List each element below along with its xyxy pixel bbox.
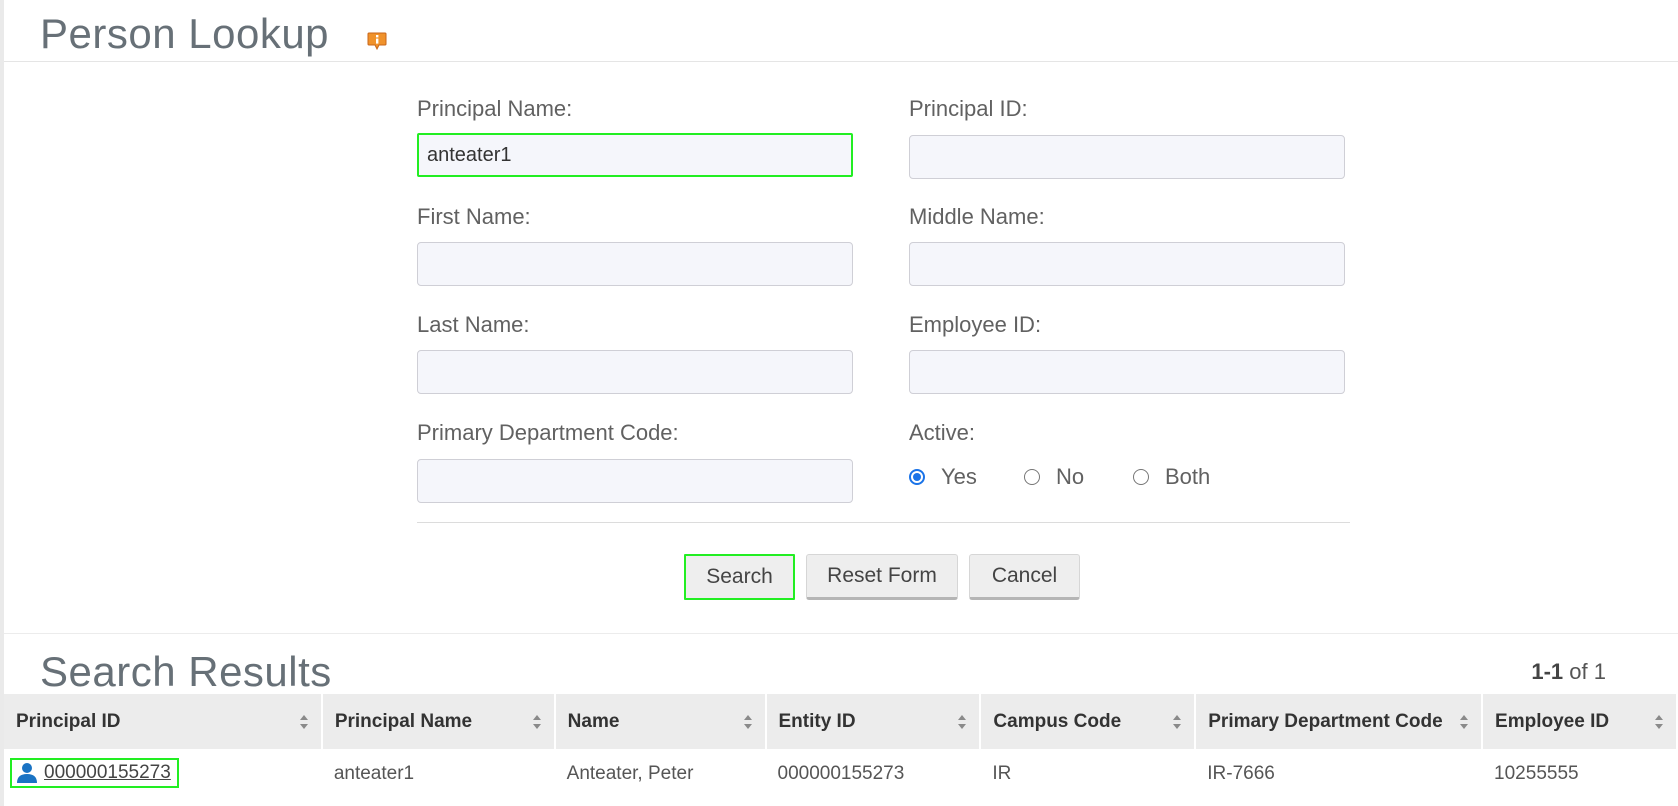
- page-title: Person Lookup: [40, 10, 330, 57]
- first-name-input[interactable]: [417, 242, 853, 286]
- active-radio-both[interactable]: Both: [1133, 464, 1210, 490]
- cell-principal-name: anteater1: [333, 763, 415, 784]
- primary-department-code-input[interactable]: [417, 459, 853, 503]
- radio-no-label: No: [1056, 464, 1085, 489]
- reset-form-button[interactable]: Reset Form: [806, 554, 958, 600]
- principal-id-input[interactable]: [909, 135, 1345, 179]
- principal-id-label: Principal ID:: [909, 96, 1028, 121]
- column-header-label: Entity ID: [778, 710, 856, 732]
- principal-name-label: Principal Name:: [417, 96, 573, 121]
- active-radio-yes[interactable]: Yes: [909, 464, 977, 490]
- active-radio-no[interactable]: No: [1024, 464, 1084, 490]
- primary-department-code-label: Primary Department Code:: [417, 420, 679, 445]
- cell-name: Anteater, Peter: [566, 763, 694, 784]
- column-header-employee-id[interactable]: Employee ID: [1482, 694, 1678, 749]
- search-button[interactable]: Search: [684, 554, 795, 600]
- cell-campus-code: IR: [992, 763, 1012, 784]
- form-divider: [417, 522, 1350, 523]
- person-icon: [17, 763, 37, 783]
- cell-entity-id: 000000155273: [777, 763, 905, 784]
- middle-name-input[interactable]: [909, 242, 1345, 286]
- active-label: Active:: [909, 420, 976, 445]
- sort-icon[interactable]: [299, 714, 309, 730]
- column-header-label: Principal ID: [16, 710, 121, 732]
- employee-id-input[interactable]: [909, 350, 1345, 394]
- cell-employee-id: 10255555: [1494, 763, 1579, 784]
- sort-icon[interactable]: [532, 714, 542, 730]
- radio-yes-control[interactable]: [909, 469, 925, 485]
- left-edge: [0, 0, 4, 806]
- column-header-label: Employee ID: [1495, 710, 1610, 732]
- pager-range: 1-1: [1531, 659, 1564, 684]
- column-header-entity-id[interactable]: Entity ID: [765, 694, 982, 749]
- column-header-label: Principal Name: [334, 710, 473, 732]
- radio-no-control[interactable]: [1024, 469, 1040, 485]
- column-header-campus-code[interactable]: Campus Code: [980, 694, 1197, 749]
- results-pager: 1-1 of 1: [1531, 659, 1606, 685]
- cell-principal-id: 000000155273: [4, 749, 322, 799]
- results-divider: [4, 633, 1678, 634]
- column-header-label: Name: [567, 710, 620, 732]
- principal-name-input[interactable]: [417, 133, 853, 177]
- column-header-name[interactable]: Name: [554, 694, 767, 749]
- table-header-row: Principal ID Principal Name Name Entity …: [4, 694, 1678, 749]
- results-title: Search Results: [40, 648, 332, 695]
- header-divider: [4, 61, 1678, 62]
- column-header-label: Campus Code: [993, 710, 1122, 732]
- column-header-label: Primary Department Code: [1208, 710, 1443, 732]
- principal-id-link[interactable]: 000000155273: [44, 762, 171, 784]
- cancel-button[interactable]: Cancel: [969, 554, 1080, 600]
- sort-icon[interactable]: [743, 714, 753, 730]
- sort-icon[interactable]: [1459, 714, 1469, 730]
- column-header-principal-name[interactable]: Principal Name: [321, 694, 556, 749]
- middle-name-label: Middle Name:: [909, 204, 1045, 229]
- table-row: 000000155273 anteater1 Anteater, Peter 0…: [4, 749, 1677, 799]
- sort-icon[interactable]: [1654, 714, 1664, 730]
- principal-id-link-wrapper[interactable]: 000000155273: [10, 758, 179, 788]
- help-icon[interactable]: [366, 30, 388, 52]
- cell-primary-department-code: IR-7666: [1207, 763, 1275, 784]
- results-table: Principal ID Principal Name Name Entity …: [4, 694, 1678, 799]
- radio-both-label: Both: [1165, 464, 1211, 489]
- last-name-label: Last Name:: [417, 312, 530, 337]
- radio-yes-label: Yes: [941, 464, 977, 489]
- sort-icon[interactable]: [1172, 714, 1182, 730]
- radio-both-control[interactable]: [1133, 469, 1149, 485]
- column-header-principal-id[interactable]: Principal ID: [4, 694, 323, 749]
- pager-of: of: [1569, 659, 1588, 684]
- sort-icon[interactable]: [957, 714, 967, 730]
- first-name-label: First Name:: [417, 204, 531, 229]
- column-header-primary-department-code[interactable]: Primary Department Code: [1195, 694, 1484, 749]
- pager-total: 1: [1593, 659, 1606, 684]
- last-name-input[interactable]: [417, 350, 853, 394]
- employee-id-label: Employee ID:: [909, 312, 1042, 337]
